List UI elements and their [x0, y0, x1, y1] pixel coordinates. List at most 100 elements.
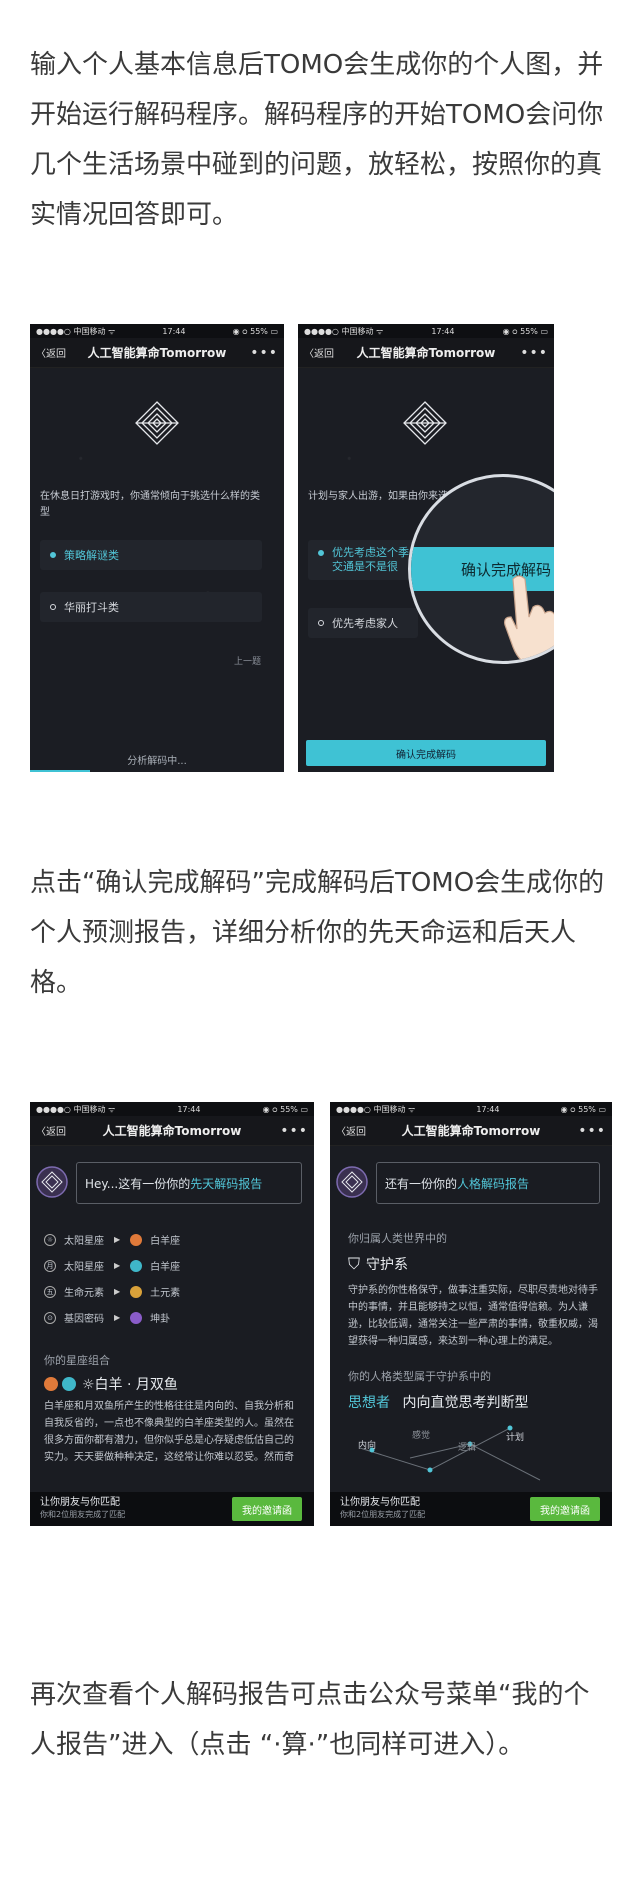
invite-text: 让你朋友与你匹配 你和2位朋友完成了匹配: [340, 1497, 425, 1521]
analysis-status: 分析解码中...: [127, 755, 187, 767]
section-label: 你的星座组合: [44, 1354, 110, 1367]
tomo-logo-icon: [403, 401, 447, 445]
shield-icon: ⛉: [348, 1254, 361, 1273]
row-value: 坤卦: [150, 1314, 171, 1325]
aries-icon: [130, 1259, 143, 1272]
invite-subtitle: 你和2位朋友完成了匹配: [340, 1510, 426, 1519]
time-text: 17:44: [476, 1104, 500, 1114]
astro-row: ⊙ 基因密码 ▶ 坤卦: [44, 1310, 170, 1325]
option-strategy[interactable]: 策略解谜类: [40, 540, 262, 570]
more-icon[interactable]: •••: [250, 345, 278, 361]
bubble-highlight[interactable]: 人格解码报告: [457, 1175, 529, 1192]
type-desc: 内向直觉思考判断型: [402, 1395, 529, 1411]
group-title: ⛉ 守护系: [348, 1254, 408, 1274]
group-name: 守护系: [366, 1257, 409, 1273]
row-value: 白羊座: [150, 1236, 181, 1247]
aries-icon: [130, 1233, 143, 1246]
more-icon[interactable]: •••: [280, 1123, 308, 1139]
option-fighting[interactable]: 华丽打斗类: [40, 592, 262, 622]
row-value: 白羊座: [150, 1262, 181, 1273]
type-label: 你的人格类型属于守护系中的: [348, 1370, 491, 1383]
time-text: 17:44: [431, 326, 455, 336]
intro-paragraph: 输入个人基本信息后TOMO会生成你的个人图，并开始运行解码程序。解码程序的开始T…: [30, 50, 604, 230]
battery-text: ◉ ᴑ 55% ▭: [502, 326, 548, 336]
arrow-icon: ▶: [114, 1313, 121, 1322]
back-button[interactable]: 〈返回: [36, 1123, 66, 1138]
carrier-text: ●●●●○ 中国移动 ᯤ: [36, 1104, 116, 1114]
personality-axis-chart: [359, 1425, 541, 1481]
my-invite-button[interactable]: 我的邀请函: [232, 1497, 302, 1521]
option-label: 华丽打斗类: [64, 601, 119, 614]
radio-icon: [318, 620, 324, 626]
hand-pointer-icon: [504, 575, 554, 661]
arrow-icon: ▶: [114, 1235, 121, 1244]
axis-label: 计划: [506, 1433, 525, 1443]
astro-row: ☼ 太阳星座 ▶ 白羊座: [44, 1232, 180, 1247]
battery-text: ◉ ᴑ 55% ▭: [232, 326, 278, 336]
report-bubble: Hey...这有一份你的 先天解码报告: [76, 1162, 302, 1204]
zodiac-combo: ☼白羊 · 月双鱼: [44, 1374, 178, 1394]
nav-title: 人工智能算命Tomorrow: [356, 346, 496, 360]
tomo-avatar-icon: [36, 1166, 68, 1198]
time-text: 17:44: [177, 1104, 201, 1114]
back-button[interactable]: 〈返回: [304, 345, 334, 360]
invite-subtitle: 你和2位朋友完成了匹配: [40, 1510, 126, 1519]
aries-icon: [44, 1377, 58, 1391]
row-label: 基因密码: [64, 1314, 104, 1325]
option-line-2: 交通是不是很: [332, 560, 398, 573]
nav-bar: 〈返回 人工智能算命Tomorrow •••: [330, 1116, 612, 1146]
bubble-prefix: 还有一份你的: [385, 1176, 458, 1191]
moon-icon: 月: [44, 1259, 56, 1272]
pisces-icon: [62, 1377, 76, 1391]
type-name: 思想者: [348, 1395, 390, 1411]
section-label: 你归属人类世界中的: [348, 1232, 447, 1245]
my-invite-button[interactable]: 我的邀请函: [530, 1497, 600, 1521]
hexagram-icon: [130, 1311, 143, 1324]
element-icon: 五: [44, 1285, 56, 1298]
status-bar: ●●●●○ 中国移动 ᯤ 17:44 ◉ ᴑ 55% ▭: [30, 324, 284, 338]
option-family[interactable]: 优先考虑家人: [308, 608, 418, 638]
radio-selected-icon: [318, 550, 324, 556]
invite-bar: 让你朋友与你匹配 你和2位朋友完成了匹配 我的邀请函: [30, 1492, 314, 1526]
nav-title: 人工智能算命Tomorrow: [401, 1124, 541, 1138]
combo-text: ☼白羊 · 月双鱼: [82, 1377, 178, 1393]
nav-bar: 〈返回 人工智能算命Tomorrow •••: [30, 338, 284, 368]
arrow-icon: ▶: [114, 1261, 121, 1270]
astro-row: 月 太阳星座 ▶ 白羊座: [44, 1258, 180, 1273]
tomo-avatar-icon: [336, 1166, 368, 1198]
tomo-logo-icon: [135, 401, 179, 445]
group-description: 守护系的你性格保守，做事注重实际，尽职尽责地对待手中的事情，并且能够持之以恒，通…: [348, 1285, 598, 1347]
nav-title: 人工智能算命Tomorrow: [87, 346, 227, 360]
carrier-text: ●●●●○ 中国移动 ᯤ: [336, 1104, 416, 1114]
invite-bar: 让你朋友与你匹配 你和2位朋友完成了匹配 我的邀请函: [330, 1492, 612, 1526]
invite-title: 让你朋友与你匹配: [40, 1497, 120, 1508]
arrow-icon: ▶: [114, 1287, 121, 1296]
more-icon[interactable]: •••: [578, 1123, 606, 1139]
nav-title: 人工智能算命Tomorrow: [102, 1124, 242, 1138]
question-text: 在休息日打游戏时，你通常倾向于挑选什么样的类型: [40, 491, 260, 518]
screenshot-question-1: ●●●●○ 中国移动 ᯤ 17:44 ◉ ᴑ 55% ▭ 〈返回 人工智能算命T…: [30, 324, 284, 772]
option-label: 策略解谜类: [64, 549, 119, 562]
back-button[interactable]: 〈返回: [36, 345, 66, 360]
type-title: 思想者 内向直觉思考判断型: [348, 1392, 528, 1412]
confirm-decode-button[interactable]: 确认完成解码: [306, 740, 546, 766]
more-icon[interactable]: •••: [520, 345, 548, 361]
option-label: 优先考虑家人: [332, 617, 398, 630]
screenshot-innate-report: ●●●●○ 中国移动 ᯤ 17:44 ◉ ᴑ 55% ▭ 〈返回 人工智能算命T…: [30, 1102, 314, 1526]
time-text: 17:44: [162, 326, 186, 336]
status-bar: ●●●●○ 中国移动 ᯤ 17:44 ◉ ᴑ 55% ▭: [30, 1102, 314, 1116]
row-label: 生命元素: [64, 1288, 104, 1299]
sun-icon: ☼: [44, 1233, 56, 1246]
radio-icon: [50, 604, 56, 610]
axis-label: 内向: [358, 1441, 377, 1451]
option-season[interactable]: 优先考虑这个季 交通是不是很: [308, 540, 418, 580]
prev-question-link[interactable]: 上一题: [234, 654, 261, 667]
axis-label: 感觉: [412, 1431, 431, 1441]
bubble-highlight[interactable]: 先天解码报告: [190, 1175, 262, 1192]
row-label: 太阳星座: [64, 1262, 104, 1273]
gene-icon: ⊙: [44, 1311, 56, 1324]
back-button[interactable]: 〈返回: [336, 1123, 366, 1138]
status-bar: ●●●●○ 中国移动 ᯤ 17:44 ◉ ᴑ 55% ▭: [298, 324, 554, 338]
report-bubble: 还有一份你的 人格解码报告: [376, 1162, 600, 1204]
progress-bar: [30, 770, 90, 772]
